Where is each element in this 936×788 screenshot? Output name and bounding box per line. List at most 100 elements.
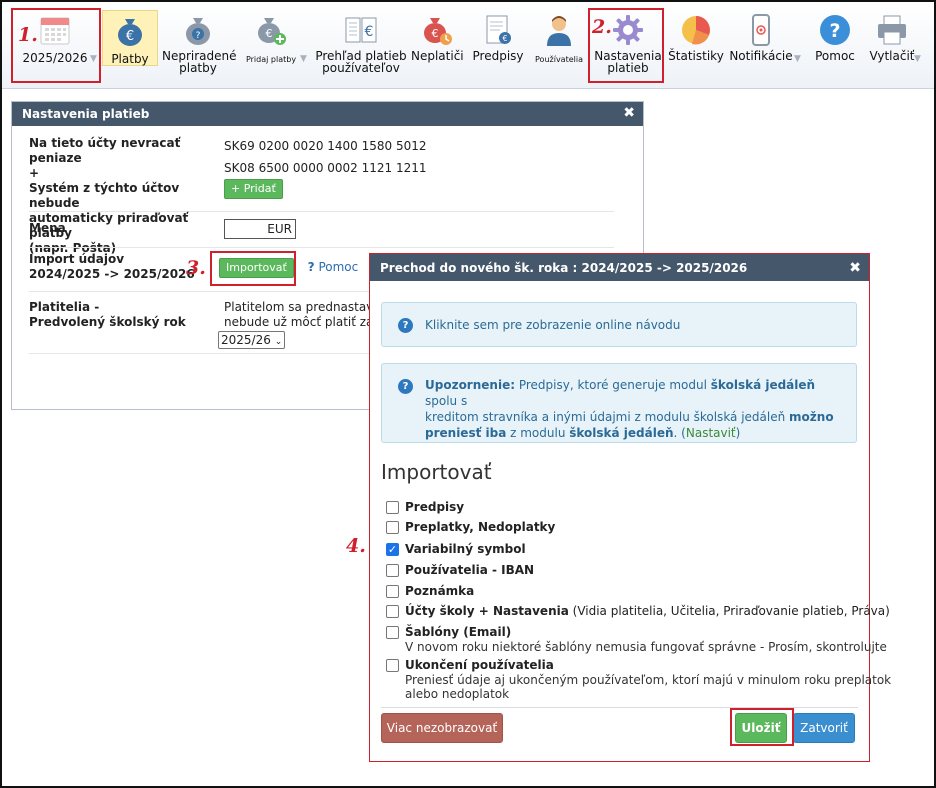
add-account-button[interactable]: + Pridať	[224, 179, 283, 199]
svg-text:€: €	[432, 27, 439, 40]
ledger-book-icon: €	[345, 17, 377, 43]
option-description: alebo nedoplatok	[405, 687, 510, 701]
option-label-text: Variabilný symbol	[405, 542, 526, 556]
chevron-down-icon: ⌄	[274, 337, 283, 347]
warning-text-part: . (	[673, 426, 686, 440]
school-year-select[interactable]: 2025/26 ⌄	[218, 331, 286, 349]
option-label: Používatelia - IBAN	[405, 563, 534, 578]
help-link-label: Pomoc	[318, 260, 359, 274]
year-transition-dialog: Prechod do nového šk. roka : 2024/2025 -…	[369, 253, 891, 762]
annotation-box-import	[210, 251, 296, 286]
currency-input[interactable]: EUR	[224, 219, 296, 239]
option-label: Variabilný symbol	[405, 542, 526, 557]
toolbar-vytlacit-label: Vytlačiť	[869, 49, 915, 63]
close-icon[interactable]: ✖	[623, 105, 635, 121]
toolbar-prehlad-platieb[interactable]: € Prehľad platieb používateľov	[313, 2, 409, 89]
svg-text:€: €	[502, 34, 507, 43]
toolbar-platby-label: Platby	[111, 52, 149, 66]
close-button[interactable]: Zatvoriť	[793, 713, 855, 743]
printer-icon	[878, 15, 906, 45]
option-label: Preplatky, Nedoplatky	[405, 520, 555, 535]
svg-text:?: ?	[829, 20, 840, 42]
money-bag-euro-icon: €	[118, 19, 142, 46]
chevron-down-icon: ▼	[914, 54, 921, 64]
dont-show-again-button[interactable]: Viac nezobrazovať	[381, 713, 503, 743]
checkbox[interactable]	[386, 605, 399, 618]
checkbox[interactable]	[386, 585, 399, 598]
warning-text-part: Predpisy, ktoré generuje modul	[515, 378, 711, 392]
option-description: V novom roku niektoré šablóny nemusia fu…	[405, 640, 887, 654]
annotation-box-save	[730, 708, 794, 746]
dialog-title: Prechod do nového šk. roka : 2024/2025 -…	[380, 261, 748, 275]
annotation-number-1: 1.	[18, 24, 38, 46]
toolbar-neplatici[interactable]: € Neplatiči	[411, 2, 464, 89]
checkbox-checked[interactable]: ✓	[386, 543, 399, 556]
toolbar-pouzivatelia[interactable]: Používatelia	[530, 2, 588, 89]
option-label-text: Šablóny (Email)	[405, 625, 512, 639]
warning-strong: preniesť iba	[425, 426, 507, 440]
close-icon[interactable]: ✖	[849, 260, 861, 276]
phone-notification-icon	[752, 14, 770, 46]
currency-wrapper: EUR	[224, 219, 296, 239]
user-icon	[547, 16, 571, 46]
import-section-title: Importovať	[381, 460, 492, 484]
warning-strong: Upozornenie:	[425, 378, 515, 392]
option-label-text: Účty školy + Nastavenia	[405, 604, 569, 618]
payer-select-wrapper: 2025/26 ⌄	[218, 331, 286, 349]
money-bag-add-icon: €	[258, 18, 286, 45]
toolbar-pridaj-label: Pridaj platby	[245, 55, 297, 64]
warning-text: Upozornenie: Predpisy, ktoré generuje mo…	[425, 377, 845, 441]
checkbox[interactable]	[386, 564, 399, 577]
chevron-down-icon: ▼	[300, 54, 307, 64]
currency-label: Mena	[29, 221, 66, 235]
option-label-text: Preplatky, Nedoplatky	[405, 520, 556, 534]
toolbar-statistiky-label: Štatistiky	[668, 49, 724, 63]
money-bag-debtor-icon: €	[424, 18, 452, 45]
toolbar-nepriradene-platby[interactable]: ? Nepriradené platby	[162, 2, 237, 89]
toolbar-notifikacie-label: Notifikácie	[729, 49, 793, 63]
settings-row-currency: Mena EUR	[29, 212, 614, 248]
help-question-icon: ?	[307, 260, 315, 274]
online-guide-box[interactable]: ? Kliknite sem pre zobrazenie online náv…	[381, 302, 857, 347]
money-bag-question-icon: ?	[186, 18, 210, 45]
checkbox[interactable]	[386, 501, 399, 514]
toolbar-pouzivatelia-label: Používatelia	[535, 55, 583, 64]
svg-text:?: ?	[196, 31, 201, 41]
toolbar-pridaj-platby[interactable]: € Pridaj platby ▼	[240, 2, 307, 89]
help-link[interactable]: ? Pomoc	[308, 260, 359, 274]
warning-strong: školská jedáleň	[569, 426, 674, 440]
accounts-label-line: +	[29, 166, 40, 180]
toolbar-predpisy[interactable]: € Predpisy	[470, 2, 526, 89]
help-question-icon: ?	[398, 379, 413, 394]
payer-label-line: Platitelia -	[29, 300, 100, 314]
warning-text-part: z modulu	[506, 426, 570, 440]
pie-chart-icon	[682, 16, 710, 45]
checkbox[interactable]	[386, 521, 399, 534]
school-year-select-value: 2025/26	[221, 333, 271, 347]
invoice-document-icon: €	[486, 15, 511, 44]
warning-strong: možno	[789, 410, 834, 424]
annotation-number-4: 4.	[346, 535, 366, 557]
toolbar-platby[interactable]: € Platby	[102, 10, 158, 66]
warning-text-part: kreditom stravníka a inými údajmi z modu…	[425, 410, 790, 424]
accounts-label-line: Na tieto účty nevracať peniaze	[29, 136, 181, 165]
warning-settings-link[interactable]: Nastaviť	[686, 426, 736, 440]
toolbar-vytlacit[interactable]: Vytlačiť ▼	[866, 2, 921, 89]
toolbar-statistiky[interactable]: Štatistiky	[668, 2, 724, 89]
option-label-text: Ukončení používatelia	[405, 658, 554, 672]
toolbar-pomoc-label: Pomoc	[815, 49, 855, 63]
toolbar-pomoc[interactable]: ? Pomoc	[810, 2, 860, 89]
checkbox[interactable]	[386, 626, 399, 639]
accounts-label-line: Systém z týchto účtov nebude	[29, 181, 180, 210]
settings-row-accounts: Na tieto účty nevracať peniaze + Systém …	[29, 134, 614, 255]
svg-text:€: €	[126, 29, 134, 44]
dialog-header: Prechod do nového šk. roka : 2024/2025 -…	[370, 254, 869, 281]
help-question-icon: ?	[820, 15, 850, 45]
online-guide-link[interactable]: Kliknite sem pre zobrazenie online návod…	[425, 317, 680, 333]
toolbar-notifikacie[interactable]: Notifikácie ▼	[728, 2, 801, 89]
option-label: Poznámka	[405, 584, 474, 599]
checkbox[interactable]	[386, 659, 399, 672]
svg-text:€: €	[266, 27, 273, 40]
option-label: Účty školy + Nastavenia (Vidia platiteli…	[405, 604, 890, 619]
option-description: Preniesť údaje aj ukončeným používateľom…	[405, 673, 892, 687]
